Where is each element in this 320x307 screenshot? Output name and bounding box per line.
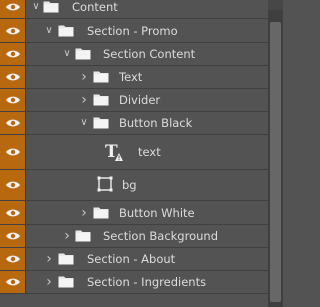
- eye-icon: [6, 3, 20, 11]
- layer-row[interactable]: bg: [0, 170, 268, 201]
- scrollbar-thumb[interactable]: [270, 22, 281, 302]
- shape-layer-icon: [96, 175, 116, 195]
- visibility-toggle[interactable]: [0, 19, 26, 42]
- eye-icon: [6, 148, 20, 156]
- layer-row[interactable]: › Section Background: [0, 225, 268, 248]
- layer-name: Divider: [119, 93, 161, 107]
- layer-name: Button White: [119, 205, 195, 220]
- eye-icon: [6, 255, 20, 263]
- eye-icon: [6, 209, 20, 216]
- layer-row[interactable]: › Text: [0, 66, 268, 89]
- chevron-right-icon[interactable]: ›: [44, 252, 54, 266]
- layer-row[interactable]: ∨ Section - Promo: [0, 19, 268, 43]
- visibility-toggle[interactable]: [0, 225, 26, 247]
- layer-name: bg: [122, 178, 137, 192]
- folder-icon: [93, 70, 109, 83]
- layer-row[interactable]: ∨ Section Content: [0, 43, 268, 66]
- visibility-toggle[interactable]: [0, 66, 26, 88]
- eye-icon: [6, 232, 20, 240]
- layer-name: Content: [72, 0, 118, 14]
- folder-icon: [58, 252, 74, 265]
- folder-icon: [58, 275, 74, 288]
- chevron-down-icon[interactable]: ∨: [62, 49, 72, 59]
- visibility-toggle[interactable]: [0, 135, 26, 169]
- chevron-right-icon[interactable]: ›: [62, 229, 72, 243]
- text-layer-warning-icon: T: [104, 142, 124, 162]
- chevron-right-icon[interactable]: ›: [79, 93, 89, 107]
- visibility-toggle[interactable]: [0, 170, 26, 200]
- layer-name: Section Background: [103, 229, 218, 243]
- eye-icon: [6, 278, 20, 286]
- chevron-down-icon[interactable]: ∨: [44, 25, 54, 36]
- folder-icon: [75, 47, 91, 60]
- folder-icon: [43, 0, 59, 13]
- visibility-toggle[interactable]: [0, 248, 26, 270]
- folder-icon: [93, 93, 109, 106]
- eye-icon: [6, 181, 20, 189]
- scroll-up-area[interactable]: [268, 0, 283, 10]
- chevron-down-icon[interactable]: ∨: [79, 118, 89, 128]
- eye-icon: [6, 27, 20, 34]
- chevron-right-icon[interactable]: ›: [79, 206, 89, 220]
- eye-icon: [6, 50, 20, 58]
- layer-name: Text: [119, 70, 143, 84]
- visibility-toggle[interactable]: [0, 43, 26, 65]
- eye-icon: [6, 96, 20, 104]
- chevron-right-icon[interactable]: ›: [44, 275, 54, 289]
- visibility-toggle[interactable]: [0, 89, 26, 111]
- layer-row[interactable]: ∨ Button Black: [0, 112, 268, 135]
- layer-row[interactable]: ∨ Content: [0, 0, 268, 19]
- layer-name: Section - About: [87, 252, 176, 266]
- layer-name: Section - Promo: [87, 23, 178, 38]
- layer-row[interactable]: › Section - Ingredients: [0, 271, 268, 294]
- layer-name: Section - Ingredients: [87, 275, 207, 289]
- scrollbar-track[interactable]: [268, 0, 283, 307]
- eye-icon: [6, 73, 20, 81]
- layer-row[interactable]: Ttext: [0, 135, 268, 170]
- visibility-toggle[interactable]: [0, 0, 26, 18]
- folder-icon: [93, 116, 109, 129]
- folder-icon: [58, 24, 74, 37]
- visibility-toggle[interactable]: [0, 201, 26, 224]
- layer-row[interactable]: › Section - About: [0, 248, 268, 271]
- layer-name: text: [138, 145, 161, 159]
- chevron-down-icon[interactable]: ∨: [31, 2, 41, 12]
- layer-name: Section Content: [103, 47, 196, 61]
- layer-row[interactable]: › Button White: [0, 201, 268, 225]
- layer-name: Button Black: [119, 116, 193, 130]
- eye-icon: [6, 119, 20, 127]
- folder-icon: [93, 206, 109, 219]
- chevron-right-icon[interactable]: ›: [79, 70, 89, 84]
- layer-row[interactable]: › Divider: [0, 89, 268, 112]
- layers-panel: ∨ Content ∨ Section - Promo ∨ Section Content…: [0, 0, 283, 307]
- folder-icon: [75, 229, 91, 242]
- visibility-toggle[interactable]: [0, 112, 26, 134]
- visibility-toggle[interactable]: [0, 271, 26, 293]
